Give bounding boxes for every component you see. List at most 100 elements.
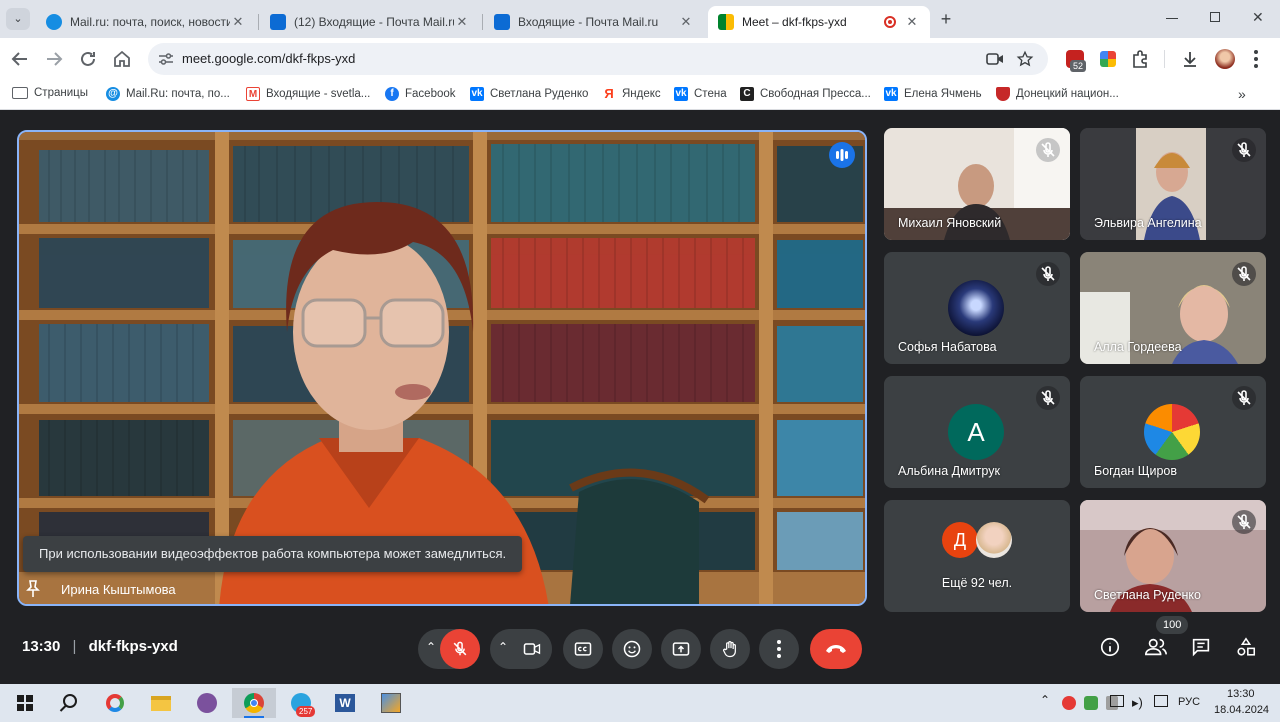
tab-inbox-12[interactable]: (12) Входящие - Почта Mail.ru ✕: [260, 6, 480, 38]
windows-start-icon[interactable]: [6, 688, 44, 718]
chat-icon[interactable]: [1190, 636, 1212, 658]
file-explorer-icon[interactable]: [142, 688, 180, 718]
chrome-taskbar-icon[interactable]: [232, 688, 276, 718]
reactions-button[interactable]: [612, 629, 652, 669]
mic-off-badge: [1232, 510, 1256, 534]
taskbar-app-colorful-icon[interactable]: [96, 688, 134, 718]
audio-bars-icon: [836, 149, 848, 161]
participant-tile[interactable]: Богдан Щиров: [1080, 376, 1266, 488]
tab-meet[interactable]: Meet – dkf-fkps-yxd ✕: [708, 6, 930, 38]
avatar: [976, 522, 1012, 558]
activities-icon[interactable]: [1235, 636, 1257, 658]
speaker-name: Ирина Кыштымова: [61, 582, 176, 597]
bookmark-svetlana[interactable]: vk Светлана Руденко: [470, 87, 588, 101]
telegram-icon[interactable]: 257: [282, 688, 320, 718]
tab-mailru[interactable]: Mail.ru: почта, поиск, новости ✕: [36, 6, 256, 38]
more-vert-icon: [1254, 50, 1258, 54]
chrome-menu-button[interactable]: [1254, 50, 1258, 68]
close-tab-icon[interactable]: ✕: [678, 14, 694, 30]
back-button[interactable]: [8, 47, 32, 71]
network-icon[interactable]: [1110, 695, 1124, 707]
present-screen-button[interactable]: [661, 629, 701, 669]
profile-avatar[interactable]: [1215, 49, 1235, 69]
windows-taskbar: 257 W ⌃ ▸) РУС 13:30 18.04.2024: [0, 684, 1280, 722]
people-icon[interactable]: [1144, 636, 1168, 658]
meeting-details-icon[interactable]: [1099, 636, 1121, 658]
bookmark-yandex[interactable]: Я Яндекс: [602, 86, 660, 101]
camera-toggle-button[interactable]: [512, 629, 552, 669]
meeting-code: dkf-fkps-yxd: [88, 638, 178, 655]
close-tab-icon[interactable]: ✕: [454, 14, 470, 30]
volume-icon[interactable]: ▸): [1132, 695, 1143, 711]
pin-icon[interactable]: [25, 580, 41, 598]
main-speaker-video[interactable]: При использовании видеоэффектов работа к…: [17, 130, 867, 606]
language-indicator[interactable]: РУС: [1178, 696, 1200, 708]
more-bookmarks-icon[interactable]: »: [1238, 86, 1246, 102]
tray-check-icon[interactable]: [1084, 696, 1098, 710]
more-participants-tile[interactable]: Д Ещё 92 чел.: [884, 500, 1070, 612]
restore-button[interactable]: [1210, 12, 1220, 22]
puzzle-extensions-icon[interactable]: [1130, 49, 1150, 69]
audio-options-chevron[interactable]: ⌃: [426, 640, 436, 654]
bookmark-gmail[interactable]: M Входящие - svetla...: [246, 87, 370, 101]
participant-tile[interactable]: Михаил Яновский: [884, 128, 1070, 240]
show-hidden-icons[interactable]: ⌃: [1040, 693, 1050, 707]
mail-envelope-icon: [270, 14, 286, 30]
vk-icon: vk: [674, 87, 688, 101]
site-settings-icon[interactable]: [158, 52, 174, 66]
extension-colorful-icon[interactable]: [1100, 51, 1116, 67]
video-options-chevron[interactable]: ⌃: [498, 640, 508, 654]
reload-button[interactable]: [76, 47, 100, 71]
avatar-letter: А: [948, 404, 1004, 460]
closed-captions-icon: [574, 642, 592, 656]
more-options-button[interactable]: [759, 629, 799, 669]
mic-off-icon: [1237, 142, 1251, 157]
home-button[interactable]: [110, 47, 134, 71]
search-icon[interactable]: [50, 688, 88, 718]
tray-app-icon[interactable]: [1062, 696, 1076, 710]
emoji-icon: [623, 640, 641, 658]
participant-tile[interactable]: Софья Набатова: [884, 252, 1070, 364]
leave-call-button[interactable]: [810, 629, 862, 669]
bookmark-svpressa[interactable]: С Свободная Пресса...: [740, 87, 871, 101]
taskbar-date[interactable]: 18.04.2024: [1214, 704, 1269, 716]
viber-icon[interactable]: [188, 688, 226, 718]
minimize-button[interactable]: [1166, 18, 1178, 19]
raise-hand-button[interactable]: [710, 629, 750, 669]
bookmark-elena[interactable]: vk Елена Ячмень: [884, 87, 982, 101]
url-text[interactable]: meet.google.com/dkf-fkps-yxd: [182, 51, 355, 66]
close-window-button[interactable]: ✕: [1252, 9, 1264, 26]
bookmark-donetsk[interactable]: Донецкий национ...: [996, 87, 1119, 101]
download-icon[interactable]: [1180, 49, 1200, 69]
hand-icon: [723, 641, 736, 658]
captions-button[interactable]: [563, 629, 603, 669]
bookmark-wall[interactable]: vk Стена: [674, 87, 727, 101]
participant-tile[interactable]: Светлана Руденко: [1080, 500, 1266, 612]
tab-search-button[interactable]: ⌄: [6, 8, 30, 30]
close-tab-icon[interactable]: ✕: [904, 14, 920, 30]
bookmark-facebook[interactable]: f Facebook: [385, 87, 456, 101]
bookmark-star-icon[interactable]: [1016, 50, 1034, 68]
bookmark-pages[interactable]: Страницы: [12, 87, 88, 99]
yandex-icon: Я: [604, 86, 614, 101]
address-bar[interactable]: meet.google.com/dkf-fkps-yxd: [148, 43, 1048, 75]
word-icon[interactable]: W: [326, 688, 364, 718]
camera-in-use-icon[interactable]: [986, 52, 1004, 66]
notification-chat-icon[interactable]: [1154, 695, 1168, 707]
participant-tile[interactable]: Алла Гордеева: [1080, 252, 1266, 364]
paint-icon[interactable]: [372, 688, 410, 718]
people-count-badge: 100: [1156, 616, 1189, 634]
mic-off-badge: [1232, 262, 1256, 286]
bookmark-mailru[interactable]: @ Mail.Ru: почта, по...: [106, 87, 230, 101]
taskbar-clock[interactable]: 13:30: [1227, 688, 1255, 700]
camera-group: ⌃: [490, 629, 552, 669]
close-tab-icon[interactable]: ✕: [230, 14, 246, 30]
participant-tile[interactable]: Эльвира Ангелина: [1080, 128, 1266, 240]
mic-toggle-button[interactable]: [440, 629, 480, 669]
new-tab-button[interactable]: +: [936, 10, 956, 30]
present-screen-icon: [672, 642, 690, 656]
avatar: [948, 280, 1004, 336]
tab-inbox[interactable]: Входящие - Почта Mail.ru ✕: [484, 6, 704, 38]
forward-button[interactable]: [42, 47, 66, 71]
participant-tile[interactable]: А Альбина Дмитрук: [884, 376, 1070, 488]
